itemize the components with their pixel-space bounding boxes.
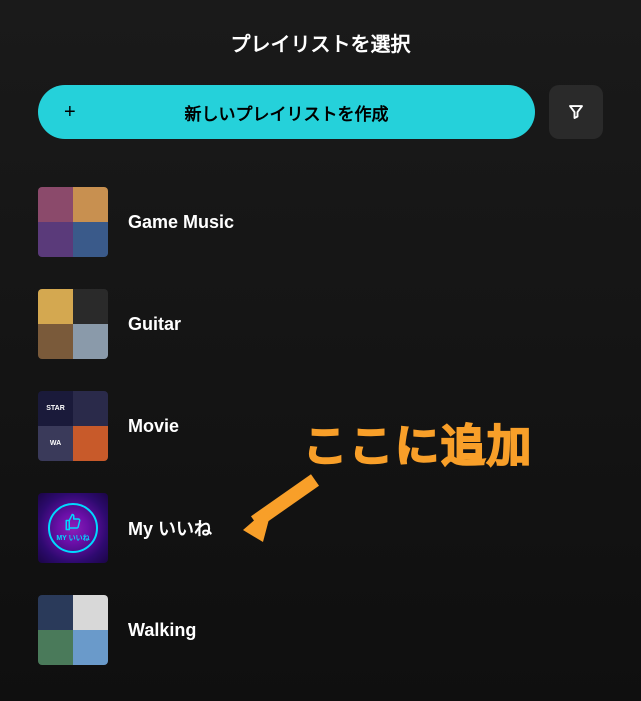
playlist-item-game-music[interactable]: Game Music <box>38 187 603 257</box>
annotation-text: ここに追加 <box>303 410 533 474</box>
thumbs-up-icon <box>64 513 82 531</box>
playlist-name-label: Guitar <box>128 314 181 335</box>
create-playlist-label: 新しいプレイリストを作成 <box>185 100 389 125</box>
playlist-cover: STAR WA <box>38 391 108 461</box>
playlist-name-label: My いいね <box>128 515 212 541</box>
playlist-name-label: Walking <box>128 620 196 641</box>
playlist-item-my-likes[interactable]: MY いいね My いいね <box>38 493 603 563</box>
filter-icon <box>567 103 585 121</box>
toolbar: + 新しいプレイリストを作成 <box>38 85 603 139</box>
plus-icon: + <box>64 101 76 124</box>
playlist-cover <box>38 595 108 665</box>
playlist-name-label: Game Music <box>128 212 234 233</box>
filter-button[interactable] <box>549 85 603 139</box>
like-cover-text: MY いいね <box>56 533 89 543</box>
playlist-name-label: Movie <box>128 416 179 437</box>
page-title: プレイリストを選択 <box>38 28 603 57</box>
playlist-cover <box>38 187 108 257</box>
playlist-cover <box>38 289 108 359</box>
create-playlist-button[interactable]: + 新しいプレイリストを作成 <box>38 85 535 139</box>
playlist-cover-likes: MY いいね <box>38 493 108 563</box>
playlist-item-walking[interactable]: Walking <box>38 595 603 665</box>
playlist-item-guitar[interactable]: Guitar <box>38 289 603 359</box>
